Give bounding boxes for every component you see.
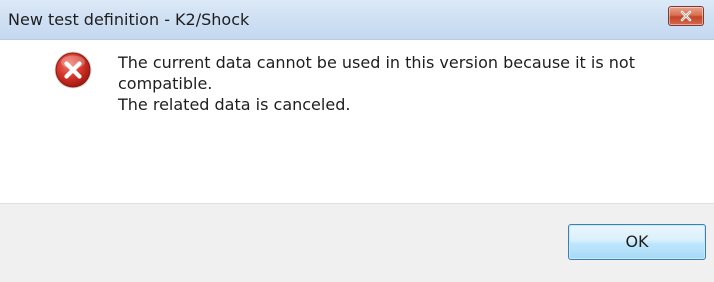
message-line: compatible. bbox=[118, 74, 213, 93]
error-message: The current data cannot be used in this … bbox=[118, 52, 688, 115]
window-title: New test definition - K2/Shock bbox=[8, 10, 250, 29]
button-footer: OK bbox=[0, 203, 714, 282]
close-button[interactable] bbox=[668, 6, 704, 26]
ok-button[interactable]: OK bbox=[568, 224, 706, 260]
message-line: The current data cannot be used in this … bbox=[118, 53, 635, 72]
message-line: The related data is canceled. bbox=[118, 95, 351, 114]
close-icon bbox=[680, 10, 692, 22]
error-icon bbox=[54, 51, 92, 89]
message-dialog: New test definition - K2/Shock The curre… bbox=[0, 0, 714, 282]
title-bar[interactable]: New test definition - K2/Shock bbox=[0, 0, 714, 40]
